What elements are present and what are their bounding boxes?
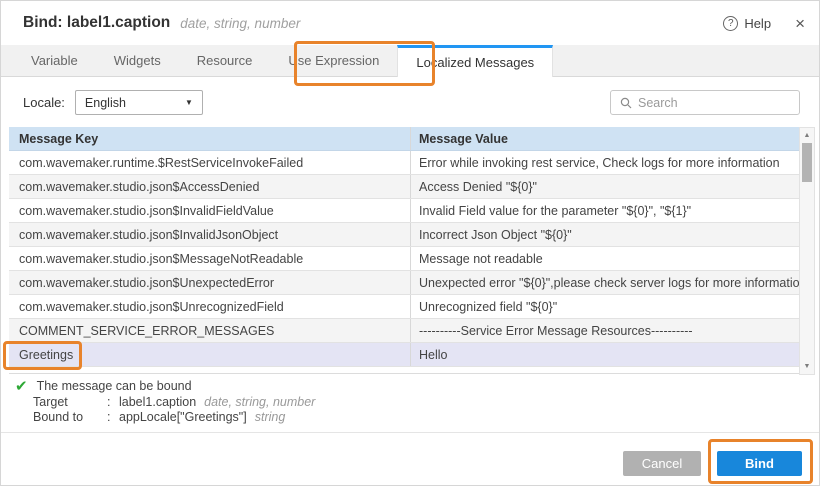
table-row[interactable]: com.wavemaker.studio.json$InvalidFieldVa… xyxy=(9,199,799,223)
message-value-cell[interactable]: Message not readable xyxy=(410,247,799,270)
scrollbar-thumb[interactable] xyxy=(802,143,812,182)
dialog-subtitle: date, string, number xyxy=(180,16,300,31)
bound-to-line: Bound to : appLocale["Greetings"] string xyxy=(33,410,809,426)
message-key-cell[interactable]: com.wavemaker.studio.json$MessageNotRead… xyxy=(9,247,410,270)
column-header-message-value[interactable]: Message Value xyxy=(410,127,799,150)
tab-bar: VariableWidgetsResourceUse ExpressionLoc… xyxy=(1,45,819,77)
table-row[interactable]: com.wavemaker.studio.json$MessageNotRead… xyxy=(9,247,799,271)
search-placeholder: Search xyxy=(638,96,678,110)
tab-widgets[interactable]: Widgets xyxy=(96,45,179,76)
message-value-cell[interactable]: Hello xyxy=(410,343,799,366)
target-label: Target xyxy=(33,395,107,409)
message-value-cell[interactable]: Invalid Field value for the parameter "$… xyxy=(410,199,799,222)
message-key-cell[interactable]: com.wavemaker.studio.json$InvalidFieldVa… xyxy=(9,199,410,222)
message-value-cell[interactable]: Unrecognized field "${0}" xyxy=(410,295,799,318)
locale-label: Locale: xyxy=(23,95,65,110)
titlebar-controls: ? Help × xyxy=(723,15,805,32)
scroll-down-icon[interactable]: ▼ xyxy=(800,360,814,373)
tab-resource[interactable]: Resource xyxy=(179,45,271,76)
table-row[interactable]: com.wavemaker.studio.json$AccessDeniedAc… xyxy=(9,175,799,199)
title-bar: Bind: label1.caption date, string, numbe… xyxy=(1,1,819,45)
bound-to-colon: : xyxy=(107,410,119,424)
message-key-cell[interactable]: COMMENT_SERVICE_ERROR_MESSAGES xyxy=(9,319,410,342)
message-value-cell[interactable]: ----------Service Error Message Resource… xyxy=(410,319,799,342)
table-row[interactable]: com.wavemaker.studio.json$InvalidJsonObj… xyxy=(9,223,799,247)
table-header-row: Message Key Message Value xyxy=(9,127,799,151)
table-row[interactable]: com.wavemaker.studio.json$UnrecognizedFi… xyxy=(9,295,799,319)
bind-summary: ✔ The message can be bound Target : labe… xyxy=(15,378,809,425)
message-value-cell[interactable]: Error while invoking rest service, Check… xyxy=(410,151,799,174)
message-key-cell[interactable]: com.wavemaker.studio.json$UnrecognizedFi… xyxy=(9,295,410,318)
bound-to-label: Bound to xyxy=(33,410,107,424)
message-key-cell[interactable]: com.wavemaker.runtime.$RestServiceInvoke… xyxy=(9,151,410,174)
target-types: date, string, number xyxy=(204,395,315,409)
table-row[interactable]: com.wavemaker.studio.json$UnexpectedErro… xyxy=(9,271,799,295)
toolbar: Locale: English ▼ Search xyxy=(1,78,819,127)
bind-dialog: Bind: label1.caption date, string, numbe… xyxy=(0,0,820,486)
locale-selected-value: English xyxy=(85,96,126,110)
bound-to-type: string xyxy=(255,410,286,424)
target-line: Target : label1.caption date, string, nu… xyxy=(33,394,809,410)
message-value-cell[interactable]: Incorrect Json Object "${0}" xyxy=(410,223,799,246)
message-key-cell[interactable]: com.wavemaker.studio.json$AccessDenied xyxy=(9,175,410,198)
help-link[interactable]: Help xyxy=(744,16,771,31)
table-filler-row xyxy=(9,367,799,374)
vertical-scrollbar[interactable]: ▲ ▼ xyxy=(799,127,815,375)
table-row[interactable]: GreetingsHello xyxy=(9,343,799,367)
dialog-title: Bind: label1.caption xyxy=(23,14,170,32)
locale-dropdown[interactable]: English ▼ xyxy=(75,90,203,115)
target-value: label1.caption xyxy=(119,395,196,409)
chevron-down-icon: ▼ xyxy=(185,98,193,107)
status-text: The message can be bound xyxy=(37,379,192,393)
close-icon[interactable]: × xyxy=(795,15,805,32)
table-row[interactable]: com.wavemaker.runtime.$RestServiceInvoke… xyxy=(9,151,799,175)
message-key-cell[interactable]: com.wavemaker.studio.json$UnexpectedErro… xyxy=(9,271,410,294)
messages-table: Message Key Message Value com.wavemaker.… xyxy=(9,127,815,375)
tab-variable[interactable]: Variable xyxy=(13,45,96,76)
target-colon: : xyxy=(107,395,119,409)
message-key-cell[interactable]: com.wavemaker.studio.json$InvalidJsonObj… xyxy=(9,223,410,246)
scroll-up-icon[interactable]: ▲ xyxy=(800,129,814,142)
search-icon xyxy=(620,97,632,109)
help-icon[interactable]: ? xyxy=(723,16,738,31)
column-header-message-key[interactable]: Message Key xyxy=(9,127,410,150)
check-icon: ✔ xyxy=(15,379,28,394)
bound-to-value: appLocale["Greetings"] xyxy=(119,410,247,424)
messages-table-body: Message Key Message Value com.wavemaker.… xyxy=(9,127,799,375)
status-line: ✔ The message can be bound xyxy=(15,378,809,394)
table-row[interactable]: COMMENT_SERVICE_ERROR_MESSAGES----------… xyxy=(9,319,799,343)
message-value-cell[interactable]: Unexpected error "${0}",please check ser… xyxy=(410,271,799,294)
search-input[interactable]: Search xyxy=(610,90,800,115)
message-key-cell[interactable]: Greetings xyxy=(9,343,410,366)
table-rows: com.wavemaker.runtime.$RestServiceInvoke… xyxy=(9,151,799,367)
footer-divider xyxy=(1,432,819,433)
tab-localized-messages[interactable]: Localized Messages xyxy=(397,45,553,77)
message-value-cell[interactable]: Access Denied "${0}" xyxy=(410,175,799,198)
bind-button[interactable]: Bind xyxy=(717,451,802,476)
cancel-button[interactable]: Cancel xyxy=(623,451,701,476)
tab-use-expression[interactable]: Use Expression xyxy=(270,45,397,76)
